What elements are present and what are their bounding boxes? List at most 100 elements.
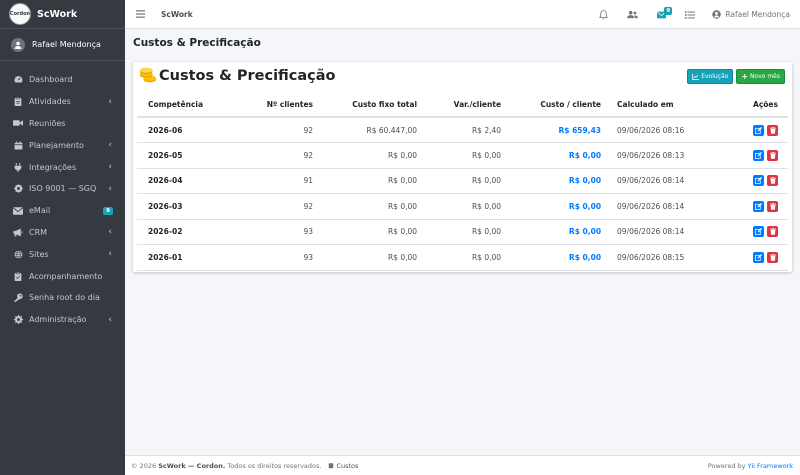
evolucao-label: Evolução (701, 73, 729, 80)
table-row: 2026-06 92 R$ 60.447,00 R$ 2,40 R$ 659,43 09/… (137, 117, 788, 143)
sidebar-item-administracao[interactable]: Administração ‹ (0, 309, 125, 331)
edit-button[interactable] (753, 200, 764, 212)
cell-calculado: 09/06/2026 08:13 (617, 150, 685, 160)
cell-custo-fixo: R$ 0,00 (387, 252, 418, 262)
sidebar-item-label: Senha root do dia (29, 293, 100, 303)
globe-icon (13, 249, 23, 259)
cell-clientes: 92 (303, 125, 314, 135)
col-header-custo-fixo[interactable]: Custo fixo total (317, 93, 421, 117)
sidebar-item-email[interactable]: eMail 9 (0, 200, 125, 222)
footer-link-label: Custos (336, 461, 359, 470)
edit-icon (755, 202, 762, 210)
sidebar-item-label: Integrações (29, 162, 77, 172)
sidebar-item-label: CRM (29, 227, 48, 237)
cell-competencia: 2026-02 (148, 227, 183, 237)
delete-button[interactable] (767, 124, 778, 136)
edit-button[interactable] (753, 149, 764, 161)
cog-icon (13, 315, 23, 325)
envelope-icon (13, 206, 23, 216)
delete-button[interactable] (767, 200, 778, 212)
chevron-left-icon: ‹ (108, 314, 112, 325)
envelope-icon[interactable]: 9 (654, 6, 673, 22)
footer-custos-link[interactable]: Custos (328, 462, 358, 470)
cell-custo-cliente: R$ 0,00 (505, 219, 605, 245)
sidebar-item-iso-9001[interactable]: ISO 9001 — SGQ ‹ (0, 178, 125, 200)
sidebar-item-sites[interactable]: Sites ‹ (0, 243, 125, 265)
top-brand-link[interactable]: ScWork (161, 10, 193, 19)
sidebar-item-dashboard[interactable]: Dashboard (0, 69, 125, 91)
sidebar-item-crm[interactable]: CRM ‹ (0, 222, 125, 244)
col-header-var-cliente[interactable]: Var./cliente (421, 93, 505, 117)
cell-var-cliente: R$ 0,00 (471, 176, 502, 186)
cell-calculado: 09/06/2026 08:14 (617, 201, 685, 211)
trash-icon (769, 228, 776, 235)
footer-rights: Todos os direitos reservados. (227, 461, 322, 470)
coins-icon (139, 67, 157, 83)
col-header-calculado[interactable]: Calculado em (605, 93, 715, 117)
sidebar-item-reunioes[interactable]: Reuniões (0, 113, 125, 135)
cell-acoes (715, 168, 788, 194)
mail-count-badge: 9 (664, 6, 673, 15)
sidebar-item-label: Acompanhamento (29, 271, 103, 281)
sidebar-item-senha-root[interactable]: Senha root do dia (0, 287, 125, 309)
edit-icon (755, 126, 762, 134)
plug-icon (13, 162, 23, 172)
col-header-custo-cliente[interactable]: Custo / cliente (505, 93, 605, 117)
cell-custo-fixo: R$ 0,00 (387, 227, 418, 237)
footer-copyright: © 2026 (131, 461, 157, 470)
edit-button[interactable] (753, 251, 764, 263)
delete-button[interactable] (767, 251, 778, 263)
brand-link[interactable]: Cordon ScWork (0, 0, 125, 29)
col-header-competencia[interactable]: Competência (137, 93, 207, 117)
table-row: 2026-04 91 R$ 0,00 R$ 0,00 R$ 0,00 09/06/2026… (137, 168, 788, 194)
chevron-left-icon: ‹ (108, 140, 112, 151)
evolucao-button[interactable]: Evolução (687, 69, 734, 84)
trash-icon (769, 202, 776, 210)
top-right-actions: 9 Rafael Mendonça (596, 0, 800, 29)
cell-custo-cliente: R$ 0,00 (505, 143, 605, 169)
framework-link[interactable]: Yii Framework (748, 462, 793, 470)
sidebar-item-integracoes[interactable]: Integrações ‹ (0, 156, 125, 178)
custo-cliente-link[interactable]: R$ 659,43 (558, 126, 601, 135)
task-list-icon[interactable] (683, 8, 697, 22)
sidebar-item-label: Sites (29, 249, 49, 259)
custo-cliente-link[interactable]: R$ 0,00 (569, 227, 601, 236)
certificate-icon (13, 184, 23, 194)
sidebar-item-planejamento[interactable]: Planejamento ‹ (0, 134, 125, 156)
novo-mes-button[interactable]: + Novo mês (736, 69, 785, 84)
users-icon[interactable] (625, 8, 639, 22)
custo-cliente-link[interactable]: R$ 0,00 (569, 176, 601, 185)
delete-button[interactable] (767, 175, 778, 187)
novo-mes-label: Novo mês (750, 73, 780, 80)
sidebar-item-acompanhamento[interactable]: Acompanhamento (0, 265, 125, 287)
cell-custo-fixo: R$ 60.447,00 (366, 125, 418, 135)
brand-name: ScWork (37, 8, 78, 20)
col-header-acoes: Ações (753, 100, 778, 109)
footer-app: ScWork — Cordon. (158, 461, 226, 470)
edit-button[interactable] (753, 124, 764, 136)
costs-table: Competência Nº clientes Custo fixo total… (137, 93, 788, 271)
custo-cliente-link[interactable]: R$ 0,00 (569, 202, 601, 211)
top-user-menu[interactable]: Rafael Mendonça (712, 10, 790, 19)
delete-button[interactable] (767, 149, 778, 161)
user-panel[interactable]: Rafael Mendonça (0, 29, 125, 61)
col-header-clientes[interactable]: Nº clientes (207, 93, 317, 117)
sidebar-item-atividades[interactable]: Atividades ‹ (0, 91, 125, 113)
sidebar-item-label: ISO 9001 — SGQ (29, 184, 97, 194)
clipboard-check-icon (13, 271, 23, 281)
edit-button[interactable] (753, 226, 764, 238)
sidebar-nav: Dashboard Atividades ‹ Reuniões Planejam… (0, 61, 125, 331)
cell-var-cliente: R$ 0,00 (471, 150, 502, 160)
dashboard-icon (13, 75, 23, 85)
key-icon (13, 293, 23, 303)
table-row: 2026-05 92 R$ 0,00 R$ 0,00 R$ 0,00 09/06/2026… (137, 143, 788, 169)
bell-icon[interactable] (596, 8, 610, 22)
menu-toggle-icon[interactable] (135, 9, 145, 19)
custo-cliente-link[interactable]: R$ 0,00 (569, 151, 601, 160)
cell-custo-cliente: R$ 0,00 (505, 168, 605, 194)
delete-button[interactable] (767, 226, 778, 238)
trash-icon (769, 151, 776, 159)
cell-calculado: 09/06/2026 08:15 (617, 252, 685, 262)
custo-cliente-link[interactable]: R$ 0,00 (569, 253, 601, 262)
edit-button[interactable] (753, 175, 764, 187)
